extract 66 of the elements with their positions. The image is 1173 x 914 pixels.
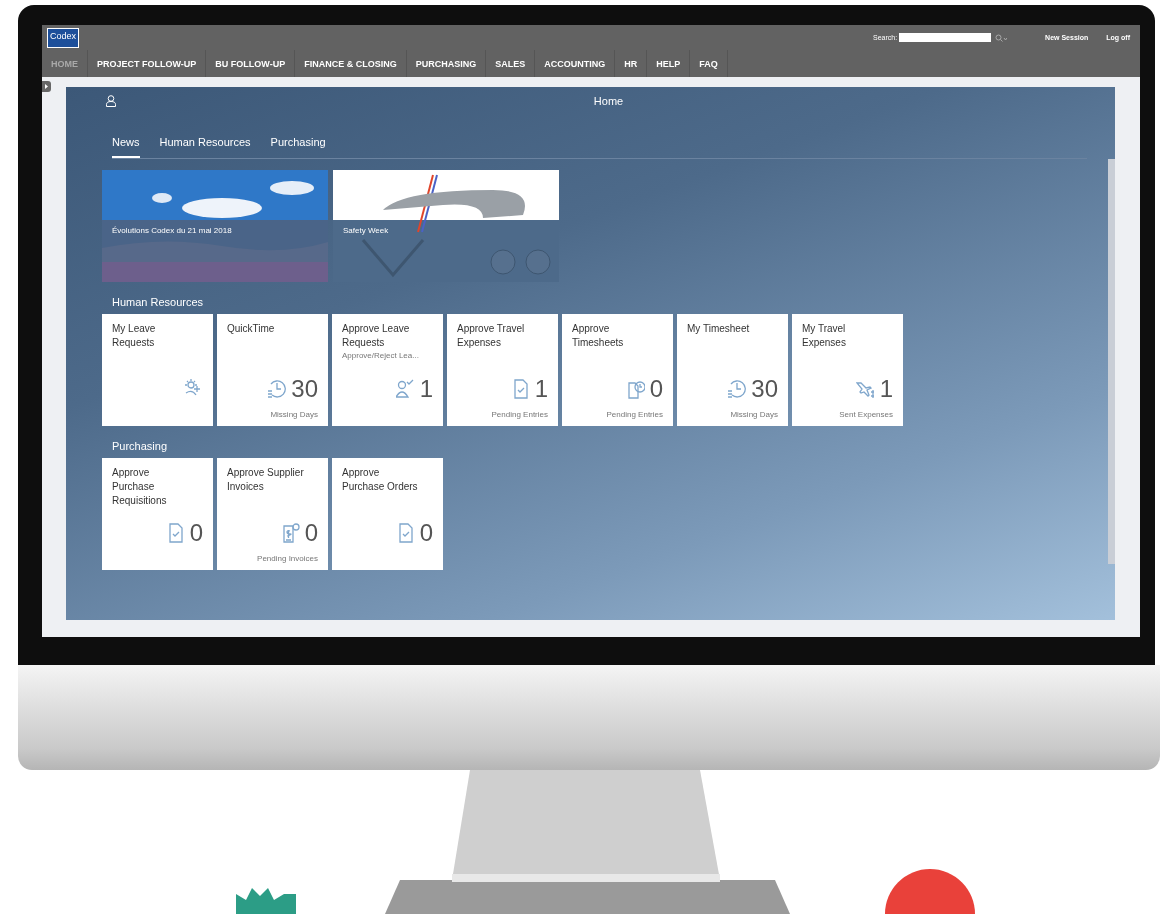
tile-number: 30 [751,376,778,402]
tile-title: Approve Purchase Requisitions [112,466,168,508]
tile-number: 0 [649,376,663,402]
nav-tab[interactable]: BU FOLLOW-UP [206,50,296,77]
tile-title: Approve Purchase Orders [342,466,419,494]
tile-title: Approve Travel Expenses [457,322,526,350]
app-tile[interactable]: Approve Timesheets 0 Pending Entries [562,314,673,426]
document-clock-icon [625,379,645,399]
app-tile[interactable]: QuickTime 30 Missing Days [217,314,328,426]
tile-number: 1 [879,376,893,402]
nav-tab[interactable]: FAQ [690,50,728,77]
tile-title: Approve Timesheets [572,322,625,350]
app-tile[interactable]: My Leave Requests [102,314,213,426]
tile-number: 0 [189,520,203,546]
app-tile[interactable]: My Travel Expenses 1 Sent Expenses [792,314,903,426]
tile-footer: Missing Days [730,410,778,419]
tile-number: 1 [534,376,548,402]
tile-title: My Timesheet [687,322,751,336]
app-tile[interactable]: Approve Travel Expenses 1 Pending Entries [447,314,558,426]
page-title: Home [593,95,624,107]
nav-tab[interactable]: ACCOUNTING [535,50,616,77]
invoice-icon [280,523,300,543]
tile-title: Approve Supplier Invoices [227,466,305,494]
person-check-icon [395,379,415,399]
tile-footer: Sent Expenses [839,410,893,419]
nav-tab[interactable]: PURCHASING [406,50,487,77]
nav-tab[interactable]: SALES [486,50,536,77]
news-title[interactable]: Safety Week [343,226,389,235]
nav-tab[interactable]: HELP [647,50,691,77]
clock-icon [727,379,747,399]
tile-subtitle: Approve/Reject Lea... [342,351,420,360]
app-tile[interactable]: My Timesheet 30 Missing Days [677,314,788,426]
app-tile[interactable]: Approve Purchase Orders 0 [332,458,443,570]
tile-title: My Leave Requests [112,322,157,350]
airplane-icon [855,379,875,399]
nav-tab[interactable]: HR [615,50,648,77]
tile-number: 0 [419,520,433,546]
section-title: Purchasing [112,440,168,452]
tile-number: 1 [419,376,433,402]
nav-tab[interactable]: FINANCE & CLOSING [295,50,407,77]
tile-number: 0 [304,520,318,546]
tile-footer: Pending Invoices [257,554,318,563]
tile-title: My Travel Expenses [802,322,847,350]
search-icon [995,33,1008,42]
clock-icon [267,379,287,399]
tile-title: Approve Leave Requests [342,322,411,350]
tab[interactable]: News [112,128,140,158]
app-tile[interactable]: Approve Purchase Requisitions 0 [102,458,213,570]
tile-footer: Pending Entries [606,410,663,419]
star-shape [236,888,296,914]
scrollbar[interactable] [1108,159,1115,564]
tile-footer: Pending Entries [491,410,548,419]
search-field[interactable] [899,33,992,42]
tile-footer: Missing Days [270,410,318,419]
app-tile[interactable]: Approve Leave Requests Approve/Reject Lea... 1 [332,314,443,426]
section-title: Human Resources [112,296,204,308]
nav-tab[interactable]: PROJECT FOLLOW-UP [88,50,207,77]
tile-number: 30 [291,376,318,402]
tab[interactable]: Purchasing [270,128,326,158]
expand-icon [42,81,51,92]
logo: Codex [47,27,79,48]
news-title[interactable]: Évolutions Codex du 21 mai 2018 [112,226,232,235]
app-tile[interactable]: Approve Supplier Invoices 0 Pending Invoices [217,458,328,570]
tile-title: QuickTime [227,322,276,336]
tab[interactable]: Human Resources [159,128,251,158]
user-icon [106,95,116,107]
